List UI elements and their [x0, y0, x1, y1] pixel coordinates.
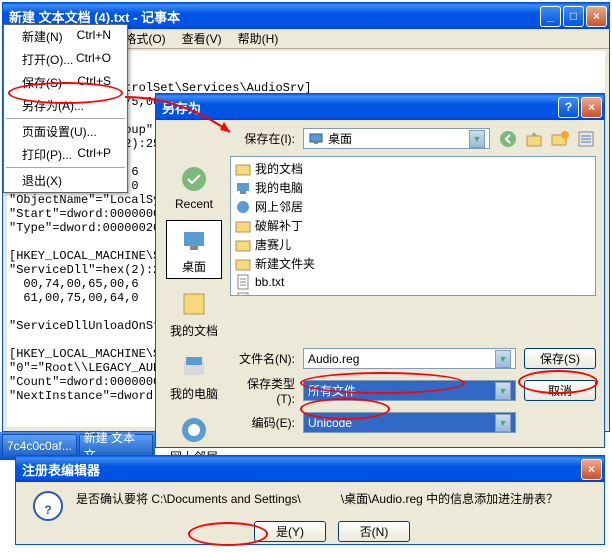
places-sidebar: Recent桌面我的文档我的电脑网上邻居	[164, 156, 224, 357]
filename-label: 文件名(N):	[230, 350, 295, 367]
savein-dropdown[interactable]: 桌面 ▼	[303, 128, 490, 149]
menu-exit[interactable]: 退出(X)	[4, 169, 127, 192]
file-item[interactable]: bb.txt	[233, 273, 593, 291]
red-arrow	[120, 92, 240, 142]
places-我的文档[interactable]: 我的文档	[166, 285, 222, 342]
saveas-dialog: 另存为 ? × 保存在(I): 桌面 ▼ Recent桌面我的文档我的电脑网上邻…	[155, 93, 605, 448]
registry-message: 是否确认要将 C:\Documents and Settings\	[76, 490, 301, 507]
help-button[interactable]: ?	[558, 97, 579, 118]
svg-text:?: ?	[44, 503, 51, 517]
registry-title: 注册表编辑器	[22, 460, 581, 479]
save-button[interactable]: 保存(S)	[524, 348, 596, 369]
back-icon[interactable]	[498, 129, 518, 149]
menu-open[interactable]: 打开(O)...Ctrl+O	[4, 48, 127, 71]
viewmenu-icon[interactable]	[576, 129, 596, 149]
filename-input[interactable]: Audio.reg▼	[303, 348, 516, 369]
encoding-dropdown[interactable]: Unicode▼	[303, 412, 516, 433]
file-item[interactable]: 我的电脑	[233, 178, 593, 197]
chevron-down-icon: ▼	[469, 130, 485, 148]
encoding-label: 编码(E):	[230, 414, 295, 431]
filetype-label: 保存类型(T):	[230, 375, 295, 406]
menu-save[interactable]: 保存(S)Ctrl+S	[4, 71, 127, 94]
registry-titlebar: 注册表编辑器 ×	[16, 456, 604, 482]
up-icon[interactable]	[524, 129, 544, 149]
newfolder-icon[interactable]	[550, 129, 570, 149]
cancel-button[interactable]: 取消	[524, 380, 596, 401]
desktop-icon	[308, 131, 324, 147]
chevron-down-icon: ▼	[495, 382, 511, 400]
menu-view[interactable]: 查看(V)	[174, 28, 230, 49]
minimize-button[interactable]: _	[540, 6, 561, 27]
file-item[interactable]: 唐赛儿	[233, 235, 593, 254]
chevron-down-icon: ▼	[495, 350, 511, 368]
places-桌面[interactable]: 桌面	[166, 220, 222, 279]
file-item[interactable]: 我的文档	[233, 159, 593, 178]
places-Recent[interactable]: Recent	[166, 160, 222, 214]
notepad-title: 新建 文本文档 (4).txt - 记事本	[9, 7, 540, 26]
places-我的电脑[interactable]: 我的电脑	[166, 348, 222, 405]
registry-dialog: 注册表编辑器 × ? 是否确认要将 C:\Documents and Setti…	[15, 455, 605, 545]
menu-print[interactable]: 打印(P)...Ctrl+P	[4, 143, 127, 166]
question-icon: ?	[32, 490, 64, 522]
filetype-dropdown[interactable]: 所有文件▼	[303, 380, 516, 401]
no-button[interactable]: 否(N)	[338, 521, 410, 542]
registry-close-button[interactable]: ×	[581, 459, 602, 480]
chevron-down-icon: ▼	[495, 414, 511, 432]
file-item[interactable]: ko49[1].txt	[233, 291, 593, 296]
menu-help[interactable]: 帮助(H)	[230, 28, 287, 49]
saveas-close-button[interactable]: ×	[581, 97, 602, 118]
menu-pagesetup[interactable]: 页面设置(U)...	[4, 120, 127, 143]
yes-button[interactable]: 是(Y)	[254, 521, 326, 542]
file-item[interactable]: 破解补丁	[233, 216, 593, 235]
file-list[interactable]: 我的文档我的电脑网上邻居破解补丁唐赛儿新建文件夹bb.txtko49[1].tx…	[230, 156, 596, 296]
file-item[interactable]: 网上邻居	[233, 197, 593, 216]
menu-new[interactable]: 新建(N)Ctrl+N	[4, 25, 127, 48]
file-menu-dropdown: 新建(N)Ctrl+N 打开(O)...Ctrl+O 保存(S)Ctrl+S 另…	[3, 24, 128, 193]
file-item[interactable]: 新建文件夹	[233, 254, 593, 273]
menu-saveas[interactable]: 另存为(A)...	[4, 94, 127, 117]
close-button[interactable]: ×	[586, 6, 607, 27]
maximize-button[interactable]: □	[563, 6, 584, 27]
